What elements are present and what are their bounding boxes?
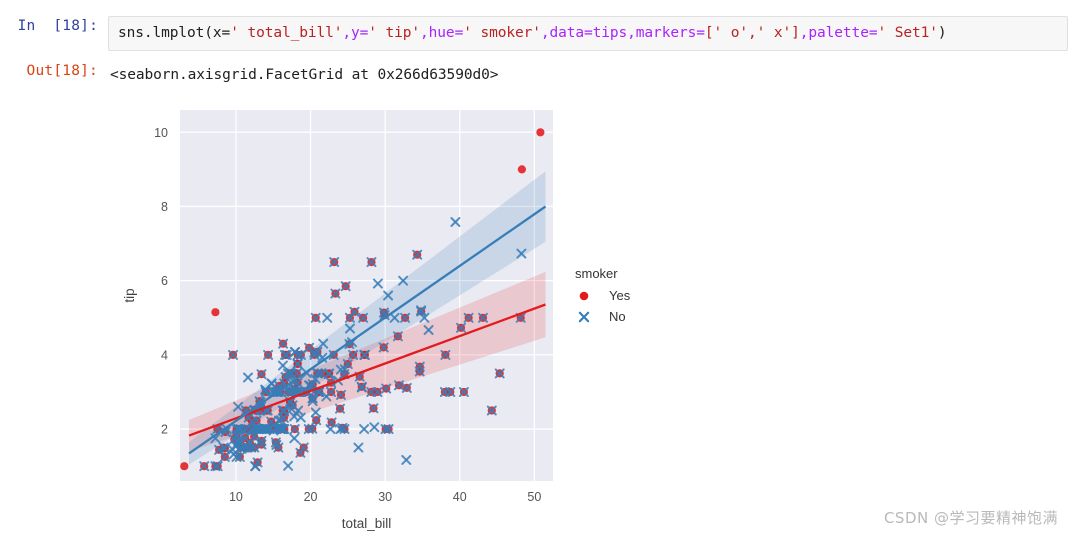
y-tick-label: 4 [161, 348, 168, 362]
legend-title: smoker [575, 266, 618, 281]
code-token-6: ,data=tips,markers= [540, 25, 705, 41]
y-axis-label: tip [122, 288, 137, 302]
output-cell-row: Out[18]: <seaborn.axisgrid.FacetGrid at … [0, 61, 1072, 85]
text-output-area: <seaborn.axisgrid.FacetGrid at 0x266d635… [108, 61, 1072, 85]
code-line: sns.lmplot(x=' total_bill',y=' tip',hue=… [118, 23, 1058, 43]
code-token-1: ' total_bill' [230, 25, 343, 41]
data-point [517, 165, 526, 174]
legend-label-Yes: Yes [609, 288, 631, 303]
x-tick-label: 20 [304, 490, 318, 504]
code-token-7: [' o',' x'] [704, 25, 800, 41]
code-token-8: ,palette= [799, 25, 878, 41]
code-token-5: ' smoker' [463, 25, 541, 41]
data-point [180, 462, 189, 471]
y-tick-label: 6 [161, 274, 168, 288]
y-tick-label: 10 [154, 126, 168, 140]
legend-marker-Yes [579, 291, 589, 301]
code-token-2: ,y= [342, 25, 369, 41]
matplotlib-figure: 10 20 30 40 50 2 4 6 8 10 total_bill tip smoker Yes No [108, 96, 668, 536]
y-tick-label: 8 [161, 200, 168, 214]
lmplot-scatter-chart: 10 20 30 40 50 2 4 6 8 10 total_bill tip smoker Yes No [122, 110, 631, 531]
data-point [536, 128, 545, 137]
code-token-4: ,hue= [420, 25, 464, 41]
y-tick-label: 2 [161, 423, 168, 437]
csdn-watermark: CSDN @学习要精神饱满 [883, 509, 1058, 527]
input-cell-row: In [18]: sns.lmplot(x=' total_bill',y=' … [0, 16, 1072, 51]
notebook-cell-container: In [18]: sns.lmplot(x=' total_bill',y=' … [0, 0, 1072, 85]
code-input-area[interactable]: sns.lmplot(x=' total_bill',y=' tip',hue=… [108, 16, 1068, 51]
code-token-3: ' tip' [368, 25, 421, 41]
x-tick-label: 30 [378, 490, 392, 504]
chart-legend: smoker Yes No [575, 266, 631, 324]
input-prompt: In [18]: [17, 18, 98, 34]
legend-marker-No [578, 311, 590, 323]
output-repr-text: <seaborn.axisgrid.FacetGrid at 0x266d635… [110, 67, 499, 83]
legend-label-No: No [609, 309, 626, 324]
x-tick-label: 10 [229, 490, 243, 504]
output-prompt: Out[18]: [26, 63, 98, 79]
code-token-10: ) [937, 25, 947, 41]
data-point [211, 308, 220, 317]
code-token-0: sns.lmplot(x= [118, 25, 231, 41]
x-axis-label: total_bill [342, 516, 392, 531]
code-token-9: ' Set1' [877, 25, 938, 41]
x-tick-label: 50 [527, 490, 541, 504]
x-tick-label: 40 [453, 490, 467, 504]
